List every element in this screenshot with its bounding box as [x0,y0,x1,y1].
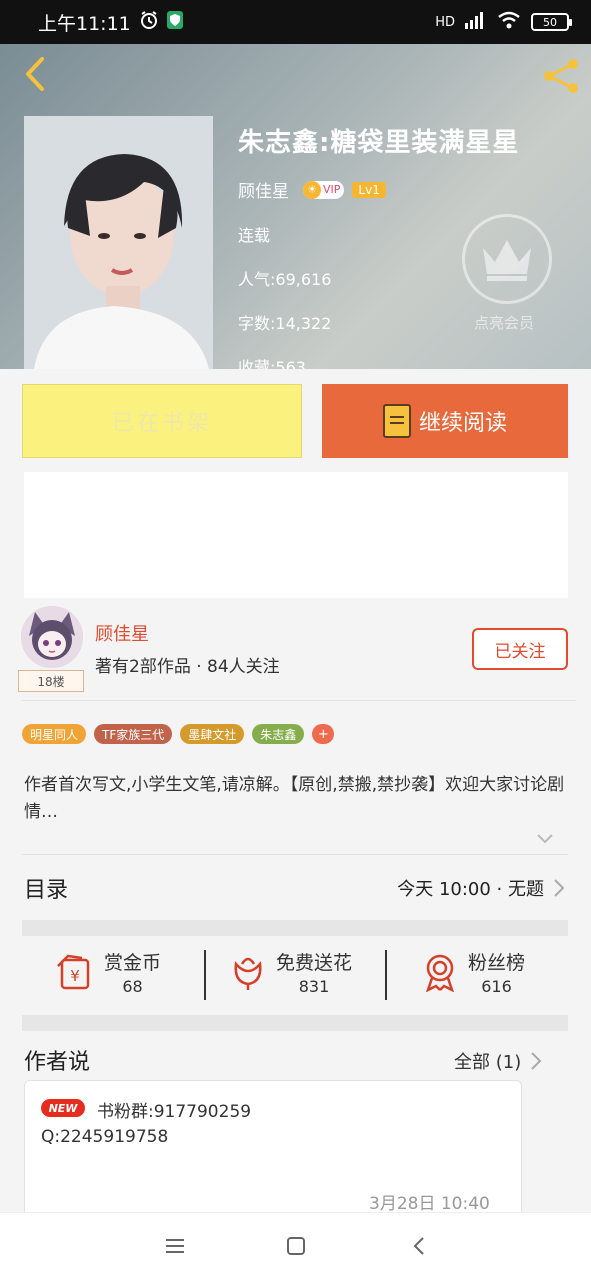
shield-icon [166,11,183,33]
status-right: HD 50 [435,11,572,33]
tag-list: 明星同人 TF家族三代 墨肆文社 朱志鑫 + [22,724,335,744]
menu-icon [166,1239,184,1253]
reward-coin-count: 68 [122,977,143,996]
fan-ranking-text: 粉丝榜 616 [468,948,525,996]
member-label: 点亮会员 [474,314,535,332]
author-says-line: Q:2245919758 [41,1127,169,1147]
alarm-icon [139,10,159,34]
divider [22,700,576,701]
table-of-contents-row[interactable]: 目录 今天 10:00 · 无题 [24,868,568,908]
level-badge: Lv1 [352,181,386,198]
continue-reading-button[interactable]: 继续阅读 [322,384,568,458]
battery-level: 50 [543,15,557,29]
free-flower-title: 免费送花 [276,952,353,974]
blank-panel [24,472,568,598]
reward-coin-icon: ¥ [57,954,90,990]
tag-item[interactable]: 明星同人 [22,724,87,744]
status-time: 上午11:11 [38,12,131,35]
book-title: 朱志鑫:糖袋里装满星星 [238,128,520,158]
book-icon [382,404,411,438]
follow-button[interactable]: 已关注 [472,628,568,670]
author-line: 顾佳星 ☀ VIP Lv1 [238,177,519,202]
sun-icon: ☀ [303,180,321,199]
author-avatar[interactable] [21,606,83,668]
author-says-line: 书粉群:917790259 [97,1102,252,1122]
reward-coin-title: 赏金币 [104,952,162,974]
reward-coin-button[interactable]: ¥ 赏金币 68 [56,948,161,996]
share-button[interactable] [541,56,581,96]
add-tag-button[interactable]: + [312,724,335,744]
tag-item[interactable]: TF家族三代 [94,724,173,744]
member-crown-button[interactable] [462,214,552,304]
author-stats: 著有2部作品 · 84人关注 [95,657,280,677]
flower-icon [234,957,262,990]
status-bar: 上午11:11 HD 50 [0,0,591,44]
book-description: 作者首次写文,小学生文笔,请凉解。【原创,禁搬,禁抄袭】欢迎大家讨论剧情… [24,775,565,822]
free-flower-button[interactable]: 免费送花 831 [228,948,352,996]
system-nav-bar [0,1212,591,1280]
continue-reading-label: 继续阅读 [418,411,507,436]
floor-tag: 18楼 [18,670,84,692]
author-says-all-label: 全部 (1) [454,1052,522,1073]
section-separator [22,920,568,936]
author-says-all-button[interactable]: 全部 (1) [454,1048,545,1074]
home-button[interactable] [283,1233,309,1259]
author-name[interactable]: 顾佳星 [95,620,149,646]
reward-coin-text: 赏金币 68 [104,948,161,996]
header-author-name[interactable]: 顾佳星 [238,177,289,202]
share-icon [544,59,578,93]
tag-item[interactable]: 朱志鑫 [252,724,305,744]
back-arrow-icon [413,1237,424,1255]
home-square-icon [287,1237,305,1255]
chevron-right-icon [531,1052,542,1070]
divider [385,950,387,1000]
in-shelf-button[interactable]: 已在书架 [22,384,302,458]
vip-label: VIP [323,183,341,196]
back-button[interactable] [14,54,54,94]
crown-icon [483,240,531,281]
svg-text:¥: ¥ [70,967,80,985]
divider [22,854,568,855]
nav-back-button[interactable] [406,1233,432,1259]
chevron-right-icon [554,879,565,897]
tag-item[interactable]: 墨肆文社 [180,724,245,744]
chevron-down-icon[interactable] [536,830,554,848]
menu-button[interactable] [162,1233,188,1259]
author-says-title: 作者说 [24,1050,91,1075]
new-badge: NEW [41,1099,85,1117]
free-flower-text: 免费送花 831 [276,948,352,996]
medal-icon [426,954,454,992]
book-header: 朱志鑫:糖袋里装满星星 顾佳星 ☀ VIP Lv1 连载 人气:69,616 字… [0,44,591,369]
toc-label: 目录 [24,878,69,903]
fan-ranking-count: 616 [481,977,512,996]
cover-image [24,116,213,369]
vip-badge: ☀ VIP [303,180,345,199]
book-cover[interactable] [24,116,213,369]
toc-latest-chapter: 今天 10:00 · 无题 [397,879,544,900]
network-type: HD [435,14,455,30]
section-separator [22,1015,568,1031]
fan-ranking-button[interactable]: 粉丝榜 616 [420,948,525,996]
chevron-left-icon [26,57,44,91]
signal-icon [465,11,487,33]
battery-icon: 50 [531,13,572,31]
book-favorites: 收藏:563 [238,358,306,369]
avatar-image [21,606,83,668]
fan-ranking-title: 粉丝榜 [468,952,526,974]
author-says-card[interactable]: NEW 书粉群:917790259 Q:2245919758 3月28日 10:… [24,1080,522,1220]
author-says-time: 3月28日 10:40 [369,1194,490,1214]
free-flower-count: 831 [298,977,330,996]
wifi-icon [497,11,521,33]
divider [204,950,206,1000]
